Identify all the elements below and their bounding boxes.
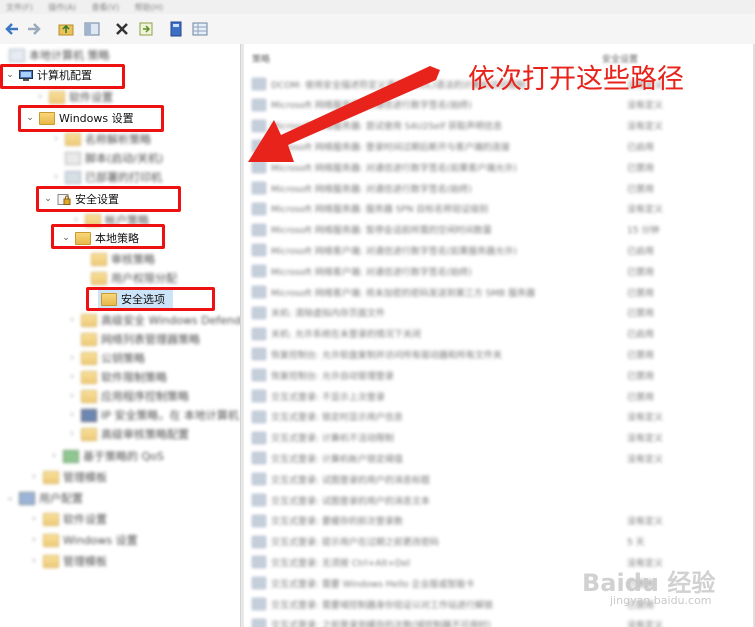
baidu-watermark-logo: Baidu 经验 (582, 569, 716, 597)
annotation-callout: 依次打开这些路径 (468, 64, 684, 95)
baidu-watermark-url: jingyan.baidu.com (610, 594, 712, 607)
